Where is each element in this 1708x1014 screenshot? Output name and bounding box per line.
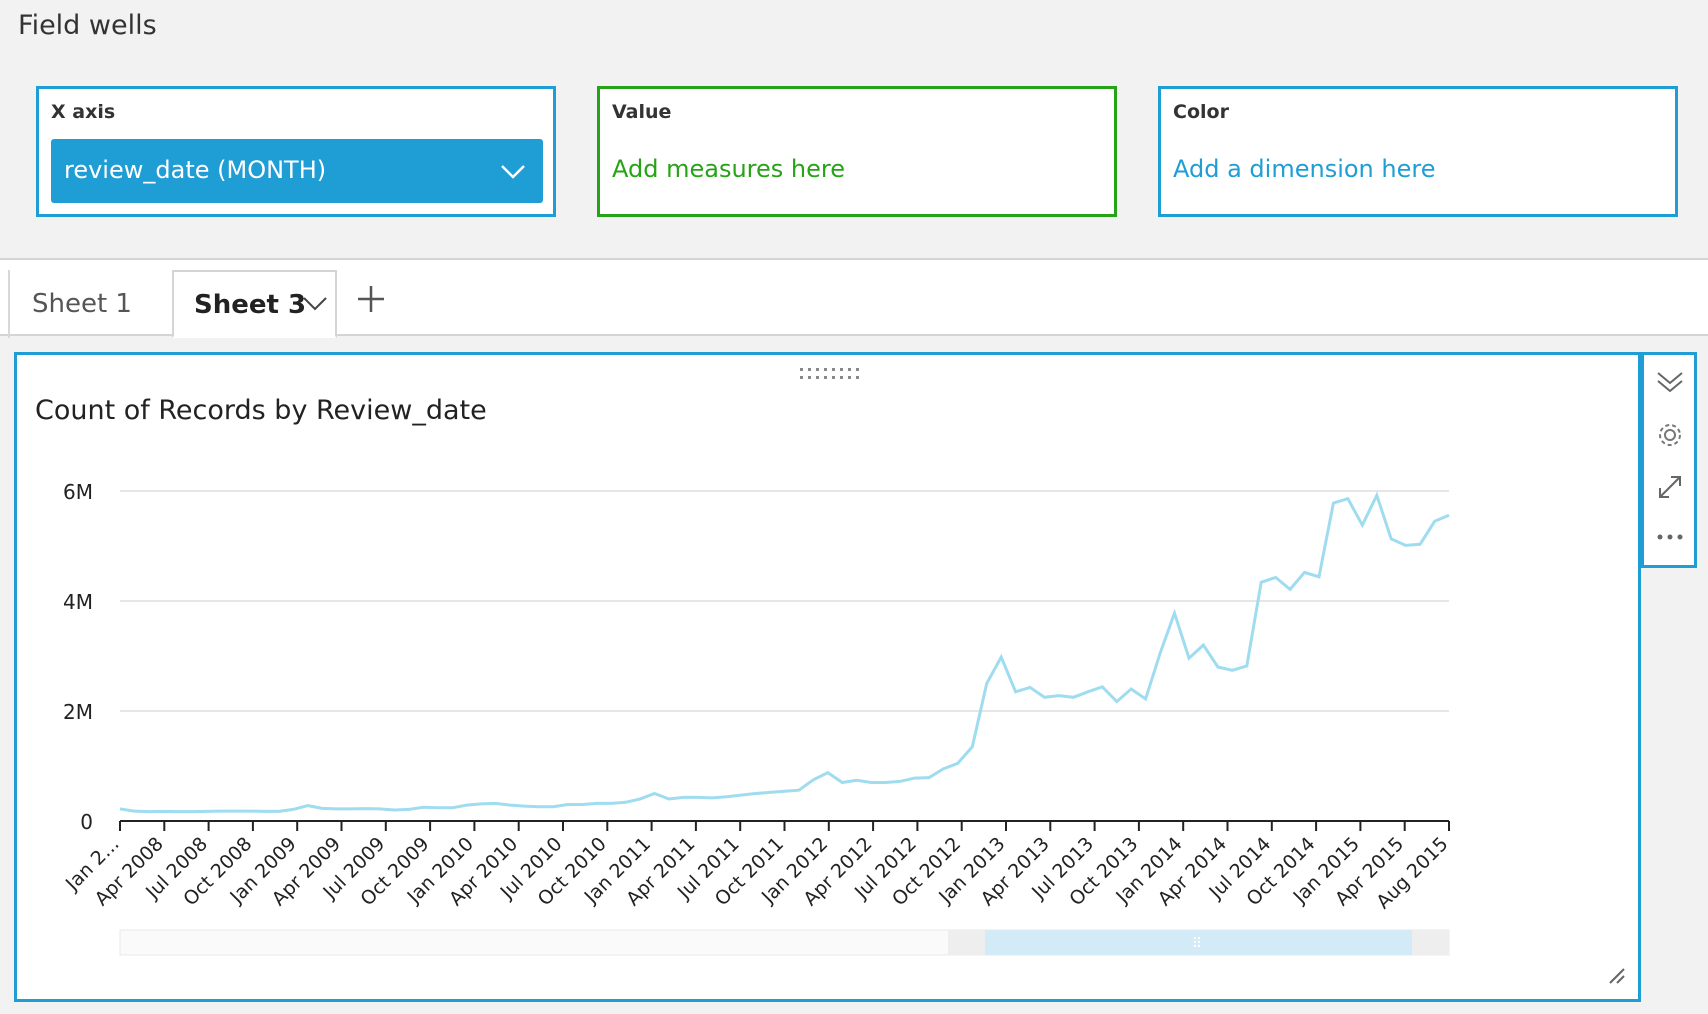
add-dimension-placeholder[interactable]: Add a dimension here <box>1173 155 1435 183</box>
series-line <box>119 491 1450 814</box>
collapse-icon[interactable] <box>1654 367 1686 399</box>
scrollbar-right-grip[interactable] <box>1412 930 1449 955</box>
color-well[interactable]: Color Add a dimension here <box>1158 86 1678 217</box>
sheet-tab-bar: Sheet 1 Sheet 3 <box>0 260 1708 338</box>
tab-sheet-3-label: Sheet 3 <box>194 290 307 320</box>
y-tick-label: 4M <box>63 590 93 614</box>
tab-sheet-3[interactable]: Sheet 3 <box>172 270 337 338</box>
tab-sheet-1-label: Sheet 1 <box>32 289 132 319</box>
value-well-label: Value <box>612 101 672 123</box>
x-axis <box>119 820 1450 831</box>
line-chart-visual[interactable]: Count of Records by Review_date 0 2M 4M 6M … <box>14 352 1641 1002</box>
x-axis-well-label: X axis <box>51 101 116 123</box>
y-tick-label: 0 <box>80 810 93 834</box>
grip-icon: ⠿ <box>1192 936 1202 952</box>
x-axis-tick-labels: Jan 2...Apr 2008Jul 2008Oct 2008Jan 2009… <box>61 833 1453 913</box>
field-wells-title: Field wells <box>18 10 157 41</box>
gridlines <box>120 490 1449 712</box>
add-sheet-plus-icon[interactable] <box>356 284 386 314</box>
x-axis-well[interactable]: X axis review_date (MONTH) <box>36 86 556 217</box>
y-tick-label: 6M <box>63 480 93 504</box>
expand-icon[interactable] <box>1654 471 1686 503</box>
scrollbar-left-grip[interactable] <box>948 930 985 955</box>
chevron-down-icon[interactable] <box>302 294 328 314</box>
y-axis-ticks: 0 2M 4M 6M <box>63 480 93 834</box>
visual-toolbar <box>1641 352 1697 568</box>
line-chart: 0 2M 4M 6M Jan 2...Apr 2008Jul 2008Oct 2008… <box>61 480 1625 984</box>
range-scrollbar[interactable]: ⠿ <box>119 929 1450 956</box>
chevron-down-icon[interactable] <box>499 159 527 183</box>
x-axis-field-pill[interactable]: review_date (MONTH) <box>51 139 543 203</box>
more-options-icon[interactable] <box>1654 521 1686 553</box>
value-well[interactable]: Value Add measures here <box>597 86 1117 217</box>
tab-sheet-1[interactable]: Sheet 1 <box>8 270 170 338</box>
add-measures-placeholder[interactable]: Add measures here <box>612 155 845 183</box>
y-tick-label: 2M <box>63 700 93 724</box>
x-axis-field-label: review_date (MONTH) <box>64 156 327 184</box>
settings-gear-icon[interactable] <box>1654 419 1686 451</box>
color-well-label: Color <box>1173 101 1229 123</box>
resize-handle-icon[interactable] <box>1609 968 1625 984</box>
